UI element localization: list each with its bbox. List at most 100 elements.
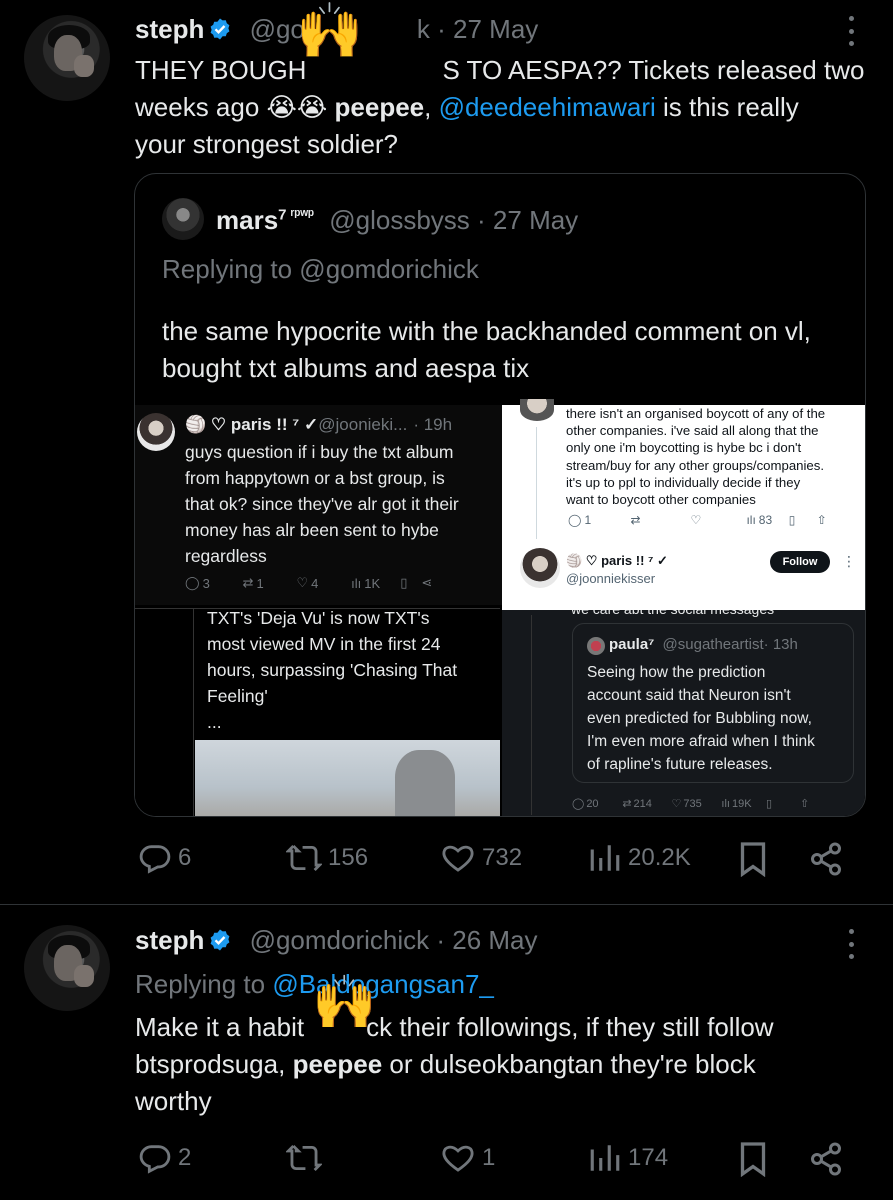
handle[interactable]: @gomdorichick bbox=[250, 925, 430, 955]
bookmark-button[interactable] bbox=[738, 841, 768, 877]
line: it's up to ppl to individually decide if… bbox=[566, 474, 801, 490]
separator-dot: · bbox=[429, 14, 454, 44]
quote-name-sup: 7 ʳᵖʷᵖ bbox=[278, 206, 315, 224]
line: ... bbox=[207, 712, 222, 732]
bookmark-icon bbox=[740, 1142, 766, 1177]
reply-count: 6 bbox=[178, 844, 192, 871]
quote-text: the same hypocrite with the backhanded c… bbox=[162, 316, 811, 383]
line: that ok? since they've alr got it their bbox=[185, 494, 459, 514]
like-icon: ♡ bbox=[690, 513, 702, 527]
raised-hands-emoji: 🙌 bbox=[312, 974, 377, 1032]
quote-avatar bbox=[162, 198, 204, 240]
mention-link[interactable]: @deedeehimawari bbox=[439, 92, 656, 122]
views-icon: ılı bbox=[721, 797, 730, 810]
raised-hands-emoji: 🙌 bbox=[296, 1, 364, 61]
views-icon bbox=[590, 1145, 620, 1171]
line: stream/buy for any other groups/companie… bbox=[566, 457, 825, 473]
mention-link[interactable]: @Baldogangsan7_ bbox=[272, 969, 494, 999]
quote-handle: @glossbyss bbox=[329, 205, 470, 235]
share-button[interactable] bbox=[808, 1141, 844, 1177]
text-segment: weeks ago 😭😭 bbox=[135, 92, 335, 122]
more-icon[interactable] bbox=[846, 929, 856, 959]
tweet-text: Make it a habit ck their followings, if t… bbox=[135, 1009, 875, 1120]
text-segment: Make it a habit bbox=[135, 1012, 305, 1042]
display-name[interactable]: steph bbox=[135, 925, 204, 955]
repost-icon: ⇄ bbox=[242, 575, 254, 590]
like-icon bbox=[442, 845, 474, 872]
timestamp[interactable]: 26 May bbox=[452, 925, 537, 955]
line: Seeing how the prediction bbox=[587, 664, 766, 681]
tweet-2[interactable]: steph @gomdorichick · 26 May Replying to… bbox=[0, 905, 893, 1200]
repost-button[interactable]: 156 bbox=[286, 841, 368, 875]
bookmark-icon bbox=[740, 842, 766, 877]
share-icon: ⇧ bbox=[800, 798, 810, 810]
screenshot-photo bbox=[195, 740, 500, 816]
line: even predicted for Bubbling now, bbox=[587, 710, 812, 727]
white-card-name: 🏐 ♡ paris !! ⁷ ✓ bbox=[566, 553, 668, 568]
like-icon: ♡ bbox=[296, 575, 309, 590]
text-segment: ck their followings, if they still follo… bbox=[366, 1012, 774, 1042]
reply-icon bbox=[139, 1145, 171, 1174]
tweet-header: steph @gomdorichick · 26 May bbox=[135, 925, 538, 956]
nested-quote: paula⁷ @sugatheartist· 13h Seeing how th… bbox=[572, 623, 854, 783]
line: there isn't an organised boycott of any … bbox=[566, 406, 826, 421]
line: Feeling' bbox=[207, 686, 268, 706]
like-icon bbox=[442, 1145, 474, 1172]
reply-count: 1 bbox=[584, 513, 592, 527]
view-count: 83 bbox=[758, 513, 773, 527]
screenshot-text: guys question if i buy the txt album fro… bbox=[185, 439, 459, 569]
text-segment: is this really bbox=[655, 92, 799, 122]
reply-button[interactable]: 6 bbox=[138, 841, 191, 875]
repost-button[interactable] bbox=[286, 1141, 322, 1175]
views-icon: ılı bbox=[351, 575, 362, 591]
reply-button[interactable]: 2 bbox=[138, 1141, 191, 1175]
screenshot-name: 🏐 ♡ paris !! ⁷ ✓ bbox=[185, 415, 319, 434]
line: other companies. i've said all along tha… bbox=[566, 423, 819, 439]
views-button[interactable]: 174 bbox=[588, 1141, 668, 1175]
reply-icon: ◯ bbox=[568, 513, 582, 527]
line: of rapline's future releases. bbox=[587, 756, 773, 773]
repost-icon: ⇄ bbox=[622, 798, 632, 810]
quote-replying-to: Replying to @gomdorichick bbox=[162, 254, 479, 284]
display-name[interactable]: steph bbox=[135, 14, 204, 44]
quote-timestamp: 27 May bbox=[492, 205, 579, 235]
repost-count: 214 bbox=[633, 797, 652, 810]
tweet-1[interactable]: steph @go k · 27 May THEY BOUGH S TO AESPA… bbox=[0, 0, 893, 904]
repost-count: 156 bbox=[328, 844, 369, 871]
white-card-handle: @joonniekisser bbox=[566, 571, 656, 586]
tweet-text: THEY BOUGH S TO AESPA?? Tickets released … bbox=[135, 52, 875, 163]
bookmark-icon: ▯ bbox=[400, 575, 408, 590]
repost-icon bbox=[286, 844, 322, 872]
quoted-tweet[interactable]: mars7 ʳᵖʷᵖ @glossbyss · 27 May Replying … bbox=[134, 173, 866, 817]
line: hours, surpassing 'Chasing That bbox=[207, 660, 458, 680]
more-icon: ⋮ bbox=[842, 553, 856, 569]
text-segment: , bbox=[424, 92, 439, 122]
share-button[interactable] bbox=[808, 841, 844, 877]
tweet-actions: 2 1 174 bbox=[134, 1141, 854, 1181]
line: only one i'm boycotting is hybe bc i don… bbox=[566, 440, 802, 456]
quote-image-collage[interactable]: 🏐 ♡ paris !! ⁷ ✓@joonieki... · 19h guys q… bbox=[135, 399, 865, 816]
text-segment: S TO AESPA?? Tickets released two bbox=[442, 55, 865, 85]
like-button[interactable]: 732 bbox=[440, 841, 522, 875]
bookmark-button[interactable] bbox=[738, 1141, 768, 1177]
more-icon[interactable] bbox=[846, 16, 856, 46]
reply-icon: ◯ bbox=[185, 575, 200, 590]
views-button[interactable]: 20.2K bbox=[588, 841, 691, 875]
line: money has alr been sent to hybe bbox=[185, 520, 439, 540]
line: I'm even more afraid when I think bbox=[587, 733, 815, 750]
separator-dot: · bbox=[429, 925, 453, 955]
like-button[interactable]: 1 bbox=[440, 1141, 495, 1175]
screenshot-avatar bbox=[137, 413, 175, 451]
text-segment: your strongest soldier? bbox=[135, 129, 399, 159]
timestamp[interactable]: 27 May bbox=[453, 14, 538, 44]
white-card-text: there isn't an organised boycott of any … bbox=[566, 405, 825, 508]
white-card-stats: ◯ 1 ⇄ ♡ ılı 83 ▯ ⇧ bbox=[568, 513, 827, 527]
share-icon bbox=[811, 842, 841, 876]
line: from happytown or a bst group, is bbox=[185, 468, 445, 488]
avatar[interactable] bbox=[24, 15, 110, 101]
nested-text: Seeing how the prediction account said t… bbox=[587, 661, 815, 776]
line: TXT's 'Deja Vu' is now TXT's bbox=[207, 608, 430, 628]
avatar[interactable] bbox=[24, 925, 110, 1011]
share-icon: ⇧ bbox=[816, 513, 827, 527]
view-count: 174 bbox=[628, 1144, 669, 1171]
